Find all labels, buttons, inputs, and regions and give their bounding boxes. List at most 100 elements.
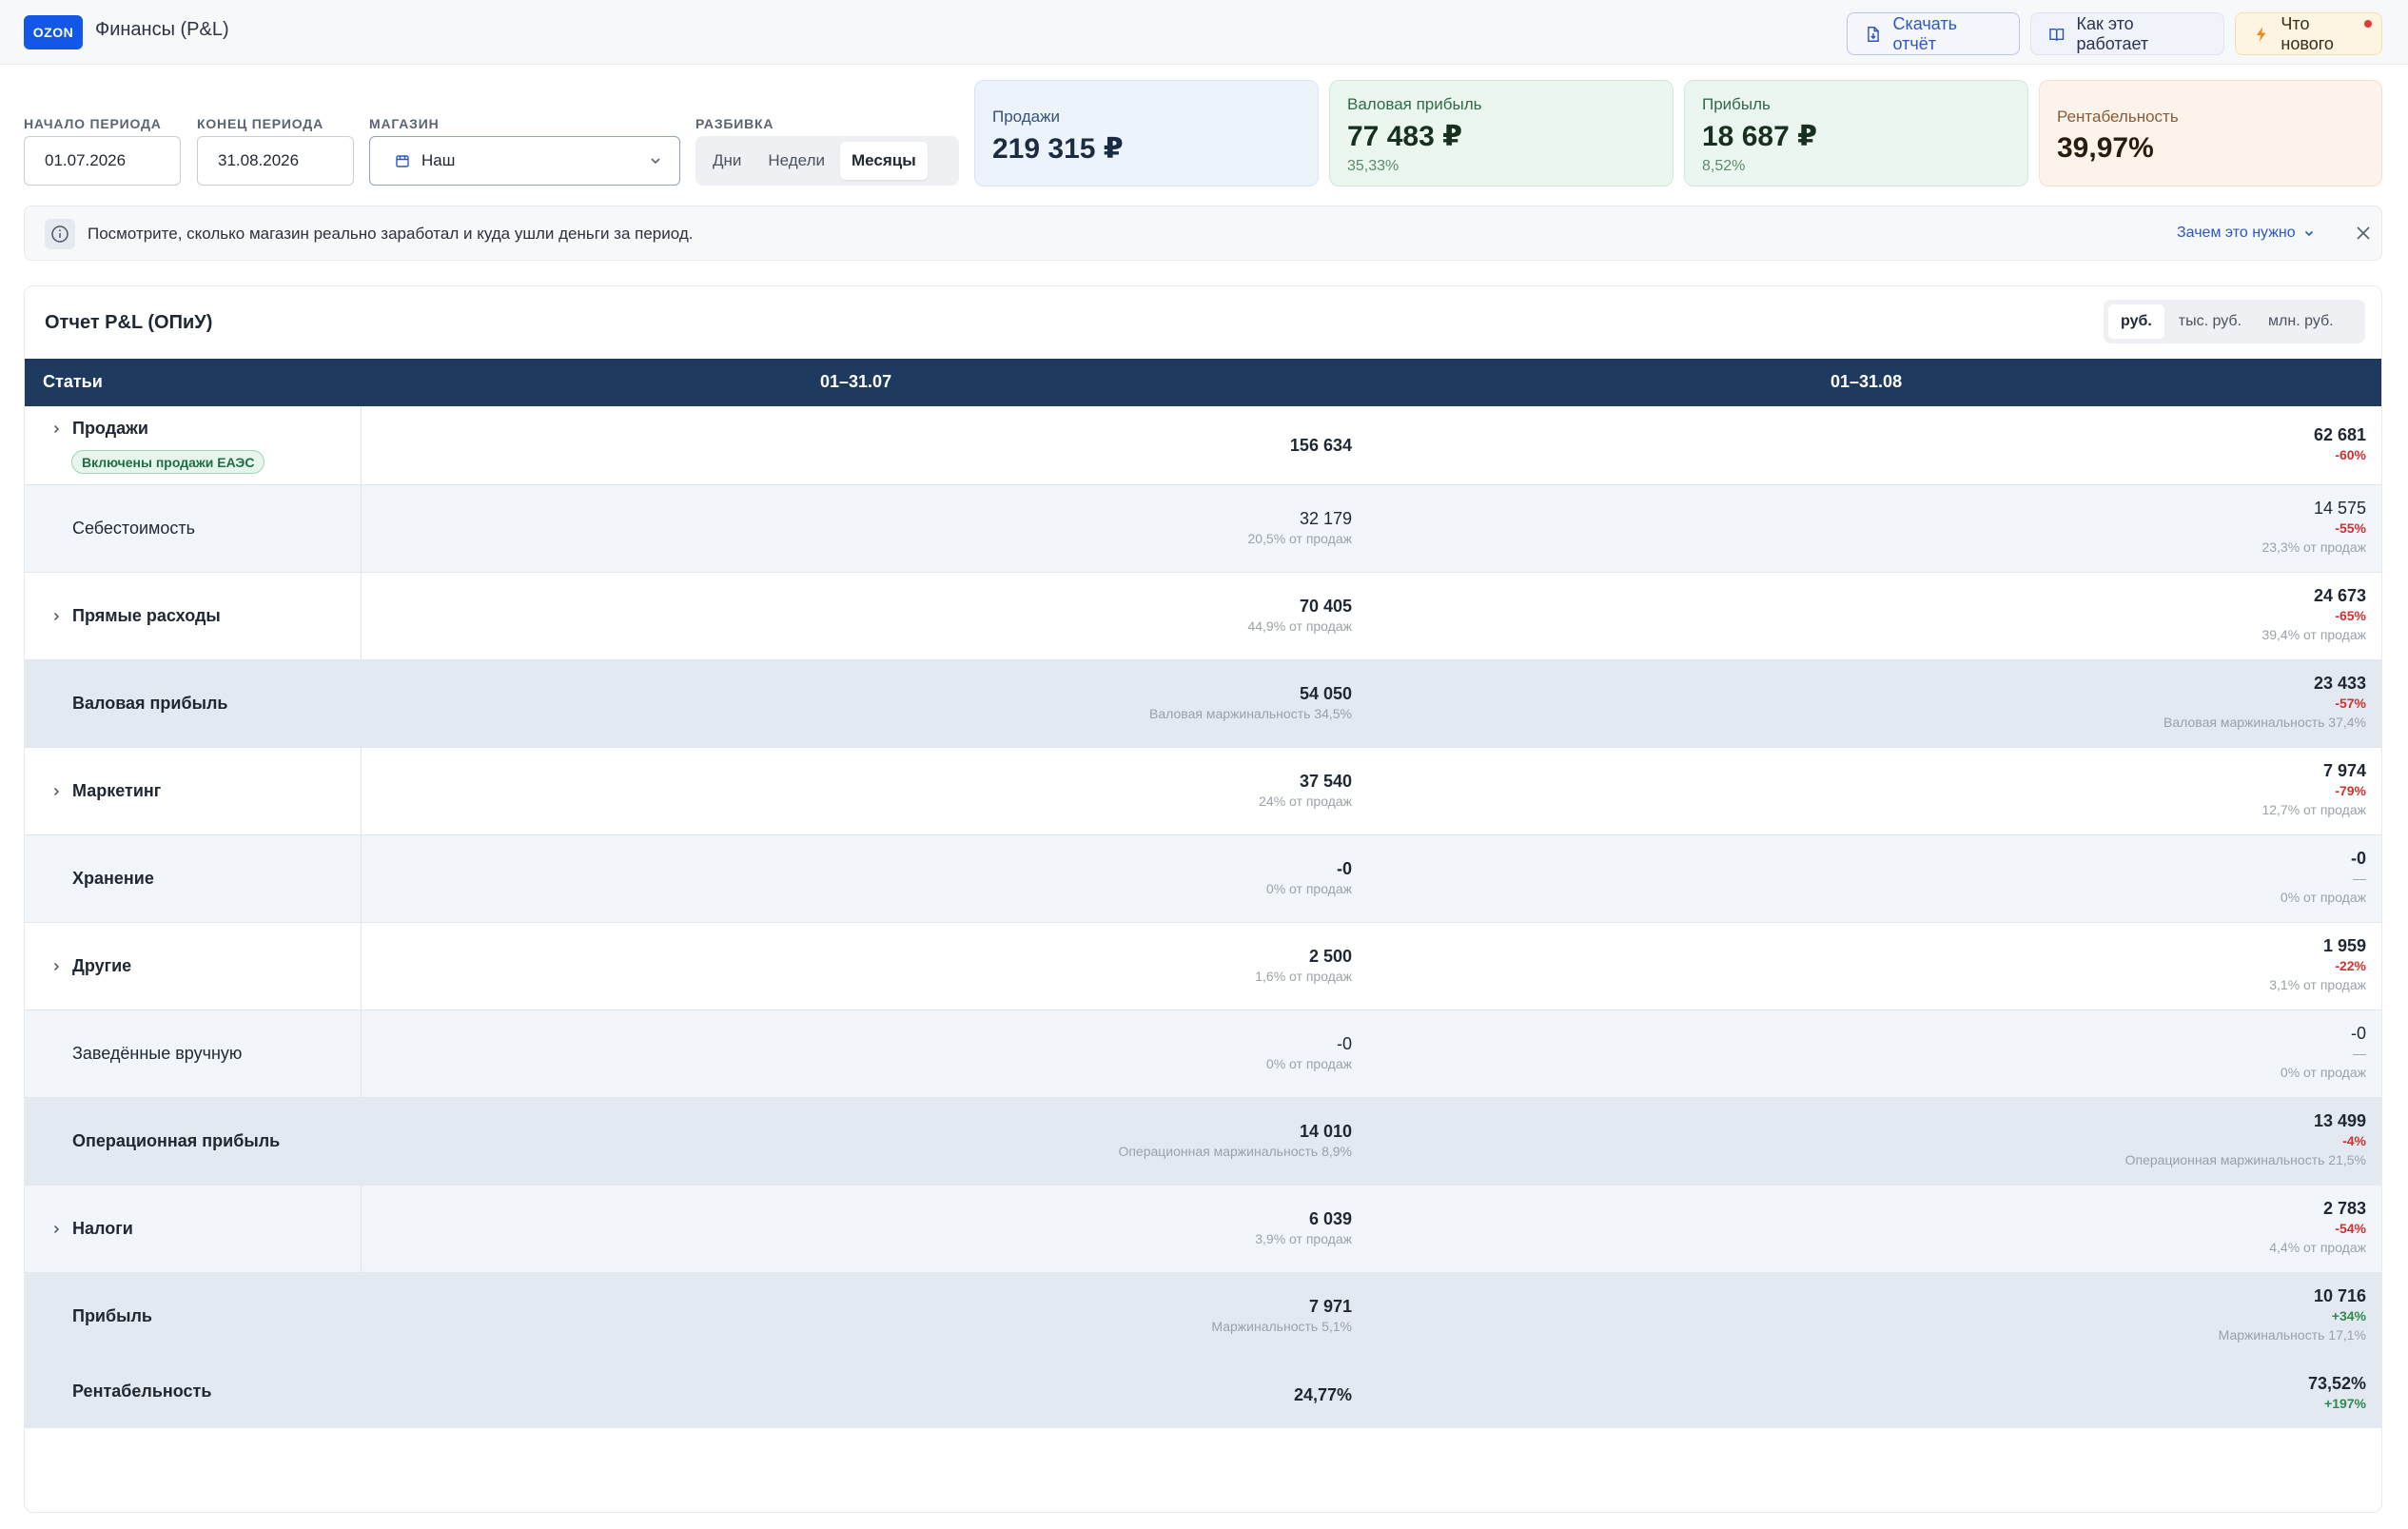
table-row-sales[interactable]: Продажи Включены продажи ЕАЭС 156 634 62…: [25, 406, 2381, 485]
cell-delta: -79%: [2335, 783, 2366, 798]
cell-august: -0 — 0% от продаж: [2281, 1023, 2366, 1082]
cell-august: 73,52% +197%: [2308, 1373, 2366, 1413]
chevron-right-icon[interactable]: [51, 1225, 61, 1234]
why-needed-label: Зачем это нужно: [2177, 225, 2296, 241]
whats-new-button[interactable]: Что нового: [2235, 12, 2382, 55]
column-header-july: 01–31.07: [820, 372, 892, 391]
unit-million-rub[interactable]: млн. руб.: [2256, 304, 2346, 339]
cell-sub: 3,1% от продаж: [2269, 977, 2366, 992]
unit-rub[interactable]: руб.: [2108, 304, 2164, 339]
row-name-cell: Продажи Включены продажи ЕАЭС: [25, 406, 362, 484]
chevron-right-icon[interactable]: [51, 424, 61, 434]
row-name-cell: Рентабельность: [25, 1361, 362, 1428]
download-report-button[interactable]: Скачать отчёт: [1847, 12, 2020, 55]
cell-delta: -54%: [2335, 1221, 2366, 1236]
cell-delta: -65%: [2335, 608, 2366, 623]
how-it-works-label: Как это работает: [2076, 13, 2149, 53]
cell-value: 2 783: [2322, 1199, 2366, 1218]
cell-delta: +34%: [2331, 1308, 2366, 1323]
table-row-manual[interactable]: Заведённые вручную -0 0% от продаж -0 — …: [25, 1010, 2381, 1098]
table-row-storage[interactable]: Хранение -0 0% от продаж -0 — 0% от прод…: [25, 835, 2381, 923]
chevron-right-icon[interactable]: [51, 612, 61, 621]
row-name-cell: Маркетинг: [25, 748, 362, 834]
row-label: Маркетинг: [72, 781, 162, 800]
row-label: Прямые расходы: [72, 606, 221, 625]
cell-value: 23 433: [2313, 674, 2366, 693]
report-title: Отчет P&L (ОПиУ): [45, 312, 213, 333]
start-period-input[interactable]: 01.07.2026: [24, 136, 181, 186]
row-label: Операционная прибыль: [72, 1131, 281, 1150]
cell-value: 62 681: [2313, 425, 2366, 444]
cell-august: 14 575 -55% 23,3% от продаж: [2261, 498, 2366, 557]
cell-august: 24 673 -65% 39,4% от продаж: [2261, 585, 2366, 644]
why-needed-link[interactable]: Зачем это нужно: [2177, 225, 2315, 242]
cell-july: 37 540 24% от продаж: [1259, 771, 1352, 811]
close-icon[interactable]: [2353, 223, 2374, 244]
cell-value: 54 050: [1299, 684, 1352, 703]
cell-august: -0 — 0% от продаж: [2281, 848, 2366, 907]
chevron-right-icon[interactable]: [51, 962, 61, 971]
table-row-other[interactable]: Другие 2 500 1,6% от продаж 1 959 -22% 3…: [25, 923, 2381, 1010]
cell-sub: Маржинальность 5,1%: [1211, 1319, 1352, 1334]
table-row-taxes[interactable]: Налоги 6 039 3,9% от продаж 2 783 -54% 4…: [25, 1186, 2381, 1273]
store-select[interactable]: Наш: [369, 136, 680, 186]
row-label: Другие: [72, 956, 132, 975]
cell-sub: 0% от продаж: [1265, 1056, 1352, 1071]
column-header-august: 01–31.08: [1830, 372, 1903, 391]
kpi-margin-card: Рентабельность 39,97%: [2039, 80, 2382, 186]
split-option-weeks[interactable]: Недели: [756, 142, 836, 180]
unit-thousand-rub[interactable]: тыс. руб.: [2166, 304, 2254, 339]
row-label: Рентабельность: [72, 1382, 212, 1401]
split-option-months[interactable]: Месяцы: [840, 142, 928, 180]
cell-july: 2 500 1,6% от продаж: [1255, 946, 1352, 986]
cell-sub: 0% от продаж: [2280, 1065, 2366, 1080]
cell-july: 7 971 Маржинальность 5,1%: [1211, 1296, 1352, 1336]
cell-value: -0: [2350, 849, 2366, 868]
row-label: Хранение: [72, 869, 154, 888]
end-period-value: 31.08.2026: [218, 151, 300, 169]
chevron-right-icon[interactable]: [51, 787, 61, 796]
cell-value: 13 499: [2313, 1111, 2366, 1130]
ozon-logo: OZON: [24, 15, 83, 49]
row-label: Валовая прибыль: [72, 694, 228, 713]
start-period-value: 01.07.2026: [45, 151, 127, 169]
table-row-profitability[interactable]: Рентабельность 24,77% 73,52% +197%: [25, 1361, 2381, 1428]
table-row-direct-expenses[interactable]: Прямые расходы 70 405 44,9% от продаж 24…: [25, 573, 2381, 660]
cell-august: 62 681 -60%: [2314, 424, 2366, 464]
kpi-gross-sub: 35,33%: [1347, 158, 1400, 174]
cell-value: 73,52%: [2307, 1374, 2366, 1393]
store-icon: [396, 155, 409, 167]
row-label: Себестоимость: [72, 519, 196, 538]
cell-value: 37 540: [1299, 772, 1352, 791]
cell-delta: -22%: [2335, 958, 2366, 973]
split-option-days[interactable]: Дни: [701, 142, 753, 180]
cell-value: 10 716: [2313, 1286, 2366, 1305]
cell-value: 70 405: [1299, 597, 1352, 616]
row-name-cell: Налоги: [25, 1186, 362, 1272]
row-label: Заведённые вручную: [72, 1044, 243, 1063]
cell-sub: Операционная маржинальность 8,9%: [1118, 1144, 1352, 1159]
kpi-sales-card: Продажи 219 315 ₽: [974, 80, 1319, 186]
table-row-operating-profit[interactable]: Операционная прибыль 14 010 Операционная…: [25, 1098, 2381, 1186]
cell-value: -0: [1336, 859, 1352, 878]
banner-text: Посмотрите, сколько магазин реально зара…: [88, 225, 694, 243]
cell-august: 23 433 -57% Валовая маржинальность 37,4%: [2163, 673, 2366, 732]
cell-value: 7 974: [2322, 761, 2366, 780]
table-body: Продажи Включены продажи ЕАЭС 156 634 62…: [25, 406, 2381, 1428]
how-it-works-button[interactable]: Как это работает: [2030, 12, 2224, 55]
cell-july: 156 634: [1290, 435, 1352, 456]
row-name-cell: Другие: [25, 923, 362, 1010]
row-label: Продажи: [72, 419, 148, 438]
table-row-gross-profit[interactable]: Валовая прибыль 54 050 Валовая маржиналь…: [25, 660, 2381, 748]
table-row-marketing[interactable]: Маркетинг 37 540 24% от продаж 7 974 -79…: [25, 748, 2381, 835]
cell-august: 13 499 -4% Операционная маржинальность 2…: [2125, 1110, 2366, 1169]
table-row-cost[interactable]: Себестоимость 32 179 20,5% от продаж 14 …: [25, 485, 2381, 573]
whats-new-label: Что нового: [2281, 13, 2334, 53]
download-report-label: Скачать отчёт: [1892, 13, 1957, 53]
cell-delta: +197%: [2324, 1396, 2366, 1411]
end-period-input[interactable]: 31.08.2026: [197, 136, 354, 186]
table-row-profit[interactable]: Прибыль 7 971 Маржинальность 5,1% 10 716…: [25, 1273, 2381, 1361]
app-header: OZON Финансы (P&L) Скачать отчёт Как это…: [0, 0, 2408, 65]
row-name-cell: Себестоимость: [25, 485, 362, 572]
cell-sub: 23,3% от продаж: [2261, 539, 2366, 555]
